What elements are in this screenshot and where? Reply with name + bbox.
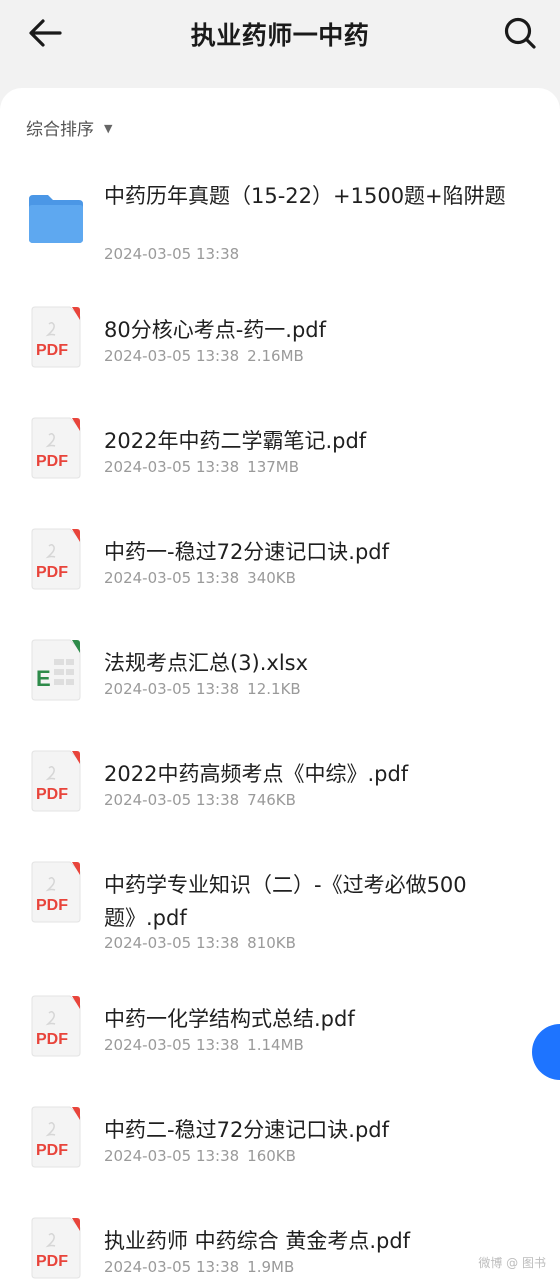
file-size: 2.16MB [247,347,304,365]
search-icon [504,17,536,49]
file-size: 1.9MB [247,1258,295,1276]
file-size: 1.14MB [247,1036,304,1054]
file-list-item[interactable]: PDF 中药学专业知识（二）-《过考必做500题》.pdf 2024-03-05 … [0,861,560,1003]
pdf-file-icon: PDF [31,306,81,368]
file-date: 2024-03-05 13:38 [104,1147,240,1165]
file-size: 12.1KB [247,680,301,698]
file-list-item[interactable]: PDF 中药一-稳过72分速记口诀.pdf 2024-03-05 13:38 340… [0,528,560,647]
file-icon-wrapper: PDF [28,1106,82,1168]
pdf-file-icon: PDF [31,750,81,812]
file-date: 2024-03-05 13:38 [104,680,240,698]
file-name: 2022年中药二学霸笔记.pdf [104,429,367,453]
file-size: 160KB [247,1147,296,1165]
pdf-file-icon: PDF [31,1217,81,1279]
file-name: 中药学专业知识（二）-《过考必做500题》.pdf [104,873,467,930]
file-icon-wrapper: E [28,639,82,701]
file-date: 2024-03-05 13:38 [104,569,240,587]
file-icon-wrapper: PDF [28,861,82,923]
file-meta: 2024-03-05 13:38 1.9MB [104,1258,294,1276]
file-size: 137MB [247,458,300,476]
svg-text:PDF: PDF [36,342,68,359]
file-list-item[interactable]: PDF 80分核心考点-药一.pdf 2024-03-05 13:38 2.16MB [0,306,560,425]
file-list: 中药历年真题（15-22）+1500题+陷阱题 2024-03-05 13:38 … [0,180,560,1280]
file-meta: 2024-03-05 13:38 137MB [104,458,299,476]
file-list-item[interactable]: PDF 执业药师 中药综合 黄金考点.pdf 2024-03-05 13:38 1.… [0,1217,560,1280]
pdf-file-icon: PDF [31,995,81,1057]
file-icon-wrapper: PDF [28,750,82,812]
search-button[interactable] [500,13,540,53]
svg-text:PDF: PDF [36,1253,68,1270]
pdf-file-icon: PDF [31,861,81,923]
file-list-item[interactable]: E 法规考点汇总(3).xlsx 2024-03-05 13:38 12.1KB [0,639,560,758]
file-name: 中药一-稳过72分速记口诀.pdf [104,540,390,564]
file-size: 340KB [247,569,296,587]
page-title: 执业药师一中药 [190,21,370,50]
svg-text:PDF: PDF [36,786,68,803]
file-icon-wrapper: PDF [28,1217,82,1279]
file-icon-wrapper: PDF [28,995,82,1057]
file-name: 法规考点汇总(3).xlsx [104,651,309,675]
svg-text:PDF: PDF [36,564,68,581]
file-icon-wrapper: PDF [28,306,82,368]
file-date: 2024-03-05 13:38 [104,347,240,365]
svg-text:PDF: PDF [36,1031,68,1048]
file-meta: 2024-03-05 13:38 1.14MB [104,1036,304,1054]
file-meta: 2024-03-05 13:38 746KB [104,791,296,809]
file-date: 2024-03-05 13:38 [104,934,240,952]
file-name: 中药历年真题（15-22）+1500题+陷阱题 [104,184,506,208]
file-meta: 2024-03-05 13:38 2.16MB [104,347,304,365]
file-size: 746KB [247,791,296,809]
svg-text:PDF: PDF [36,1142,68,1159]
file-date: 2024-03-05 13:38 [104,1258,240,1276]
xlsx-file-icon: E [31,639,81,701]
file-date: 2024-03-05 13:38 [104,791,240,809]
pdf-file-icon: PDF [31,417,81,479]
file-name: 中药一化学结构式总结.pdf [104,1007,355,1031]
pdf-file-icon: PDF [31,528,81,590]
sort-label: 综合排序 [26,119,94,140]
file-sheet: 综合排序 ▼ 中药历年真题（15-22）+1500题+陷阱题 2024-03-05… [0,88,560,1280]
top-bar: 执业药师一中药 [0,0,560,88]
folder-icon [29,195,83,243]
file-list-item[interactable]: PDF 中药二-稳过72分速记口诀.pdf 2024-03-05 13:38 160… [0,1106,560,1225]
file-list-item[interactable]: PDF 2022年中药二学霸笔记.pdf 2024-03-05 13:38 137M… [0,417,560,536]
file-meta: 2024-03-05 13:38 [104,245,239,263]
file-list-item[interactable]: PDF 中药一化学结构式总结.pdf 2024-03-05 13:38 1.14MB [0,995,560,1114]
file-date: 2024-03-05 13:38 [104,245,240,263]
sort-dropdown[interactable]: 综合排序 ▼ [26,114,112,140]
file-name: 执业药师 中药综合 黄金考点.pdf [104,1229,411,1253]
file-meta: 2024-03-05 13:38 160KB [104,1147,296,1165]
file-icon-wrapper [28,194,83,256]
file-date: 2024-03-05 13:38 [104,458,240,476]
file-icon-wrapper: PDF [28,417,82,479]
file-size: 810KB [247,934,296,952]
file-icon-wrapper: PDF [28,528,82,590]
file-name: 80分核心考点-药一.pdf [104,318,327,342]
svg-text:PDF: PDF [36,453,68,470]
file-list-item[interactable]: PDF 2022中药高频考点《中综》.pdf 2024-03-05 13:38 74… [0,750,560,869]
file-meta: 2024-03-05 13:38 340KB [104,569,296,587]
watermark: 微博 @ 图书 [478,1256,546,1270]
file-meta: 2024-03-05 13:38 810KB [104,934,296,952]
svg-text:E: E [36,666,51,691]
file-name: 2022中药高频考点《中综》.pdf [104,762,409,786]
file-list-item[interactable]: 中药历年真题（15-22）+1500题+陷阱题 2024-03-05 13:38 [0,180,560,314]
pdf-file-icon: PDF [31,1106,81,1168]
svg-text:PDF: PDF [36,897,68,914]
file-name: 中药二-稳过72分速记口诀.pdf [104,1118,390,1142]
file-meta: 2024-03-05 13:38 12.1KB [104,680,301,698]
caret-down-icon: ▼ [104,121,113,135]
file-date: 2024-03-05 13:38 [104,1036,240,1054]
